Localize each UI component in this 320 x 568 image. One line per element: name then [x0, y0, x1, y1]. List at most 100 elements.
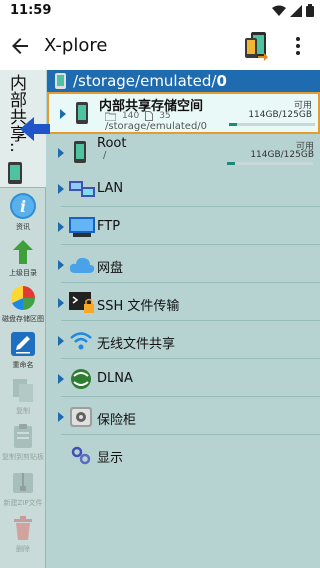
path-current: 0: [216, 72, 227, 90]
tool-info-label: 资讯: [16, 223, 30, 231]
pointer-arrow-icon: [20, 117, 50, 141]
network-item-label: 保险柜: [97, 413, 137, 428]
tool-new-zip[interactable]: 新建ZIP文件: [0, 468, 46, 508]
storage-usage-fill: [227, 162, 235, 165]
info-icon: i: [10, 193, 36, 219]
divider: [61, 358, 320, 359]
expand-arrow-icon[interactable]: [58, 374, 64, 384]
storage-size: 114GB/125GB: [248, 110, 312, 120]
network-item-lan[interactable]: LAN: [47, 174, 320, 204]
copy-icon: [13, 379, 33, 402]
expand-arrow-icon[interactable]: [58, 148, 64, 158]
storage-item-root[interactable]: Root / 可用 114GB/125GB: [47, 136, 320, 170]
folder-count: 140: [122, 111, 140, 121]
network-item-ftp[interactable]: FTP: [47, 212, 320, 242]
folder-icon: [105, 112, 116, 121]
battery-icon: [306, 4, 314, 17]
storage-size: 114GB/125GB: [250, 150, 314, 160]
path-text: /storage/emulated/0: [73, 72, 227, 90]
app-title: X-plore: [44, 35, 108, 56]
network-item-ssh[interactable]: SSH 文件传输: [47, 288, 320, 318]
status-time: 11:59: [10, 3, 52, 18]
divider: [61, 244, 320, 245]
phone-icon: [55, 73, 66, 89]
tool-info[interactable]: i 资讯: [0, 192, 46, 232]
wifi-share-icon: [70, 332, 92, 350]
storage-item-internal[interactable]: 内部共享存储空间 140 35 /storage/emulated/0 可用 1…: [47, 92, 320, 134]
divider: [61, 320, 320, 321]
network-item-label: 网盘: [97, 261, 124, 276]
signal-icon: [290, 4, 302, 17]
network-item-label: FTP: [97, 219, 121, 234]
zip-icon: [13, 473, 33, 493]
tool-copy[interactable]: 复制: [0, 376, 46, 416]
storage-usage-bar: [229, 123, 315, 126]
tool-rename[interactable]: 重命名: [0, 330, 46, 370]
expand-arrow-icon[interactable]: [58, 298, 64, 308]
tool-copy-clipboard[interactable]: 复制到剪贴板: [0, 422, 46, 462]
storage-name: Root: [97, 136, 127, 151]
network-item-dlna[interactable]: DLNA: [47, 364, 320, 394]
storage-usage-fill: [229, 123, 237, 126]
ftp-icon: [69, 217, 95, 237]
more-options-icon[interactable]: [286, 34, 310, 58]
tool-disk-map[interactable]: 磁盘存储区图: [0, 284, 46, 324]
trash-icon: [14, 516, 32, 540]
storage-usage-bar: [227, 162, 313, 165]
vault-icon: [70, 407, 92, 427]
expand-arrow-icon[interactable]: [60, 109, 66, 119]
divider: [61, 282, 320, 283]
network-item-label: LAN: [97, 181, 124, 196]
network-item-label: SSH 文件传输: [97, 299, 180, 314]
path-bar[interactable]: /storage/emulated/0: [47, 70, 320, 92]
expand-arrow-icon[interactable]: [58, 184, 64, 194]
ssh-icon: [69, 292, 94, 313]
storage-path: /: [103, 150, 107, 161]
rename-icon: [11, 332, 35, 356]
network-item-label: 无线文件共享: [97, 337, 176, 352]
tool-copy-label: 复制: [16, 407, 30, 415]
network-item-wifi-share[interactable]: 无线文件共享: [47, 326, 320, 356]
divider: [61, 396, 320, 397]
storage-path: /storage/emulated/0: [105, 121, 208, 132]
tool-copy-clipboard-label: 复制到剪贴板: [2, 453, 44, 461]
back-arrow-icon[interactable]: [8, 34, 32, 58]
file-count: 35: [159, 111, 171, 121]
status-bar: 11:59: [0, 0, 320, 22]
status-icons: [272, 4, 314, 17]
wifi-icon: [272, 5, 286, 16]
tool-parent-dir-label: 上级目录: [9, 269, 37, 277]
divider: [61, 206, 320, 207]
file-icon: [145, 111, 154, 121]
app-bar: X-plore: [0, 22, 320, 70]
network-item-vault[interactable]: 保险柜: [47, 402, 320, 432]
lan-icon: [69, 181, 95, 197]
dlna-icon: [71, 369, 91, 389]
phone-icon: [76, 102, 88, 124]
show-item[interactable]: 显示: [47, 440, 320, 470]
divider: [61, 434, 320, 435]
phone-icon: [74, 141, 86, 163]
svg-text:i: i: [20, 197, 26, 216]
up-arrow-icon: [13, 240, 33, 264]
clipboard-icon: [14, 424, 32, 448]
network-item-cloud[interactable]: 网盘: [47, 250, 320, 280]
expand-arrow-icon[interactable]: [58, 412, 64, 422]
phone-icon: [8, 162, 22, 184]
network-item-label: DLNA: [97, 371, 133, 386]
device-switch-icon[interactable]: [242, 30, 270, 62]
show-label: 显示: [97, 451, 124, 466]
show-icon: [71, 446, 91, 465]
cloud-icon: [69, 257, 95, 273]
tool-disk-map-label: 磁盘存储区图: [2, 315, 44, 323]
expand-arrow-icon[interactable]: [58, 260, 64, 270]
tool-new-zip-label: 新建ZIP文件: [3, 499, 43, 507]
expand-arrow-icon[interactable]: [58, 222, 64, 232]
expand-arrow-icon[interactable]: [58, 336, 64, 346]
tool-parent-dir[interactable]: 上级目录: [0, 238, 46, 278]
tool-delete-label: 删除: [16, 545, 30, 553]
disk-map-icon: [10, 285, 35, 311]
tool-delete[interactable]: 删除: [0, 514, 46, 554]
storage-tab-label: 内部共享...: [6, 74, 26, 154]
tool-rename-label: 重命名: [12, 361, 34, 369]
